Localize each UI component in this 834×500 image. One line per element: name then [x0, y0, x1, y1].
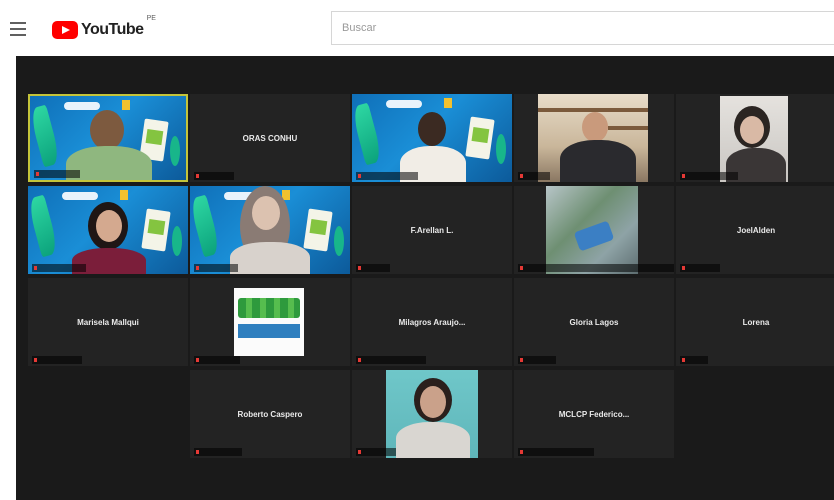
- participant-label: [34, 170, 80, 178]
- participant-label: [518, 264, 674, 272]
- participant-label: [680, 172, 738, 180]
- participant-name: MCLCP Federico...: [558, 410, 630, 419]
- hamburger-menu-icon[interactable]: [10, 22, 26, 36]
- participant-label: [518, 356, 556, 364]
- participant-label: [680, 356, 708, 364]
- participant-name: Roberto Caspero: [237, 410, 303, 419]
- participant-tile: [352, 370, 512, 458]
- participant-name: Lorena: [742, 318, 770, 327]
- country-code: PE: [146, 15, 156, 22]
- participant-tile: [190, 278, 350, 366]
- participant-label: [32, 264, 86, 272]
- participant-tile: Gloria Lagos: [514, 278, 674, 366]
- participant-label: [680, 264, 720, 272]
- participant-label: [518, 448, 594, 456]
- participant-name: F.Arellan L.: [410, 226, 454, 235]
- participant-label: [356, 448, 396, 456]
- participant-tile: Milagros Araujo...: [352, 278, 512, 366]
- participant-name: JoelAlden: [736, 226, 776, 235]
- participant-tile: ORAS CONHU: [190, 94, 350, 182]
- participant-label: [194, 448, 242, 456]
- participant-label: [518, 172, 550, 180]
- participant-tile: MCLCP Federico...: [514, 370, 674, 458]
- participant-label: [194, 356, 240, 364]
- participant-logo-image: [234, 288, 304, 356]
- youtube-play-icon: [52, 21, 78, 39]
- participant-label: [356, 356, 426, 364]
- participant-tile: [190, 186, 350, 274]
- youtube-wordmark: YouTube: [81, 21, 144, 38]
- participant-name: Gloria Lagos: [569, 318, 619, 327]
- participant-tile: [352, 94, 512, 182]
- participant-tile: Roberto Caspero: [190, 370, 350, 458]
- participant-tile: F.Arellan L.: [352, 186, 512, 274]
- participant-label: [194, 172, 234, 180]
- participant-tile: Marisela Mallqui: [28, 278, 188, 366]
- participant-tile: [514, 186, 674, 274]
- search-box[interactable]: [331, 11, 834, 45]
- participant-tile: [676, 94, 834, 182]
- participant-label: [356, 264, 390, 272]
- participant-name: Milagros Araujo...: [398, 318, 466, 327]
- participant-tile: [514, 94, 674, 182]
- participant-tile: Lorena: [676, 278, 834, 366]
- video-player[interactable]: ORAS CONHU F.Arellan L. JoelAlden Marise…: [16, 56, 834, 500]
- participant-label: [194, 264, 238, 272]
- youtube-header: YouTube PE: [0, 0, 834, 56]
- youtube-logo[interactable]: YouTube PE: [52, 15, 156, 41]
- participant-name: Marisela Mallqui: [77, 318, 139, 327]
- participant-label: [32, 356, 82, 364]
- participant-tile: JoelAlden: [676, 186, 834, 274]
- participant-name: ORAS CONHU: [242, 134, 298, 143]
- participant-tile-active-speaker: [28, 94, 188, 182]
- participant-label: [356, 172, 418, 180]
- search-input[interactable]: [332, 12, 834, 44]
- participant-tile: [28, 186, 188, 274]
